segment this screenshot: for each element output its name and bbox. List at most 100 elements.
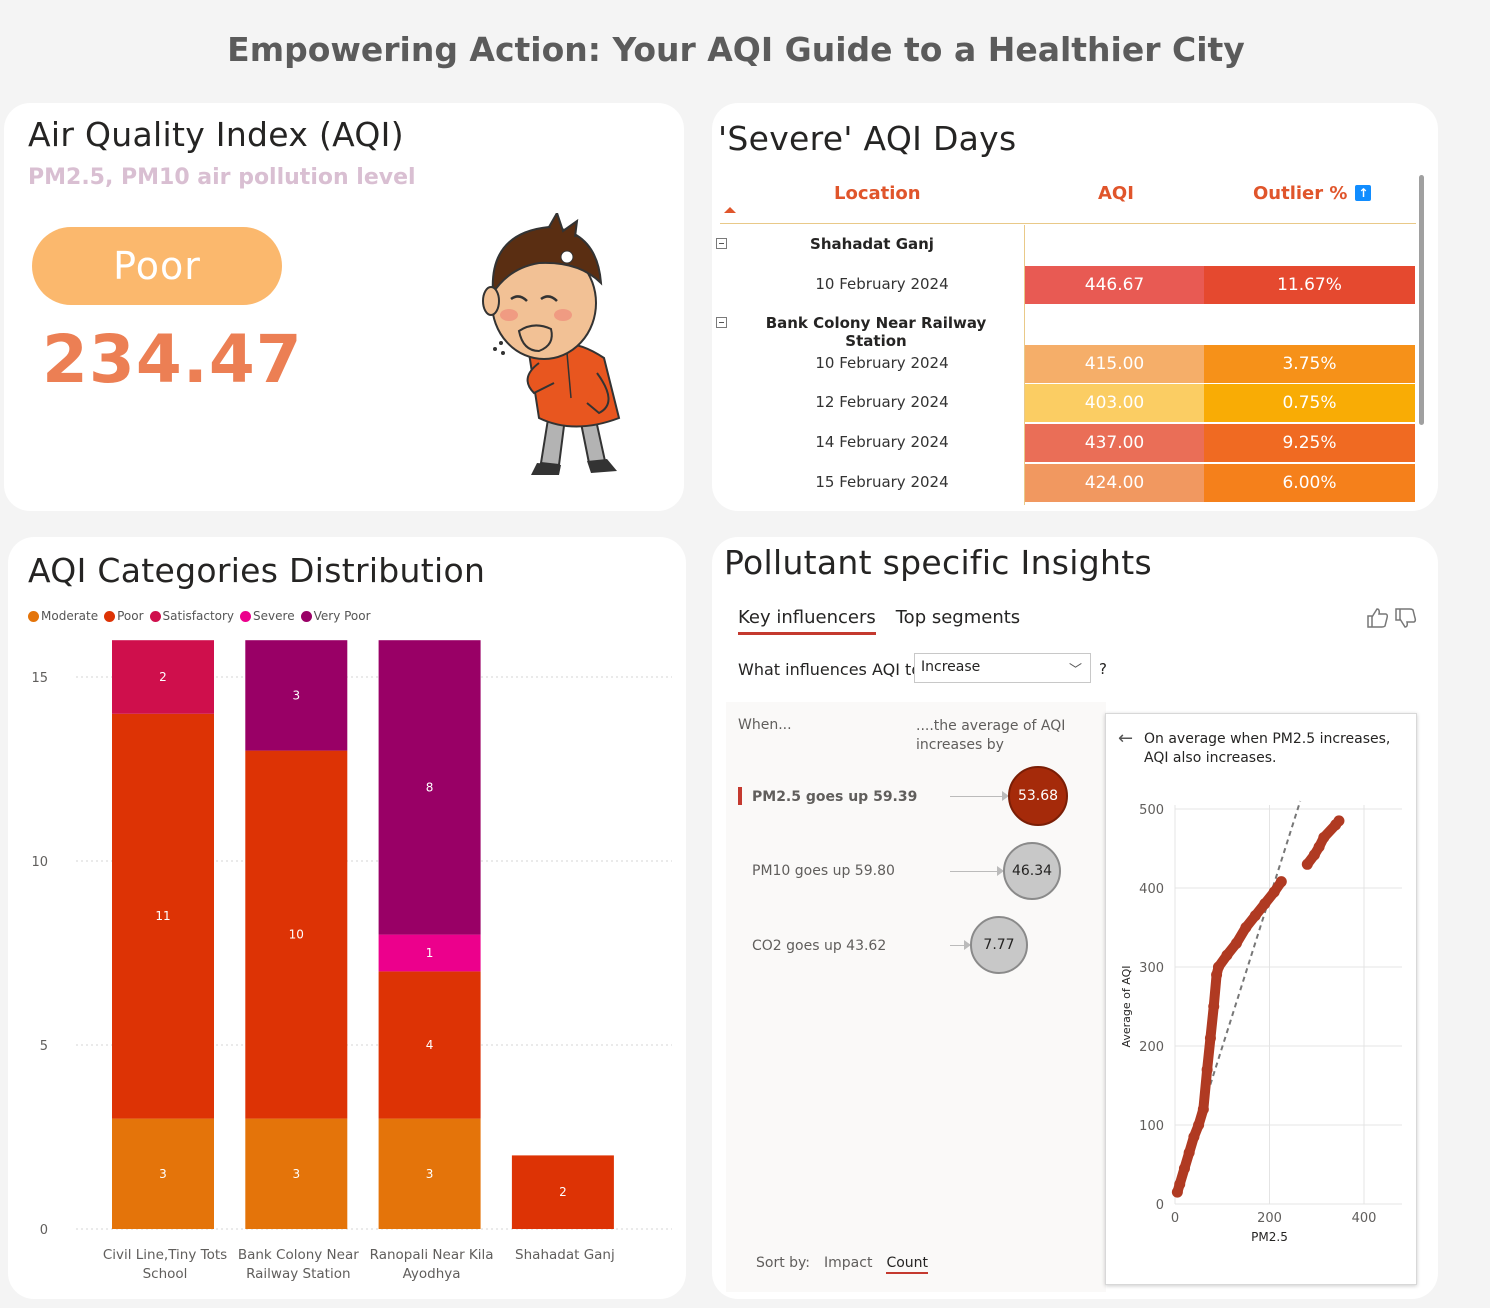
date-cell: 15 February 2024 bbox=[815, 472, 949, 491]
outlier-value-cell: 6.00% bbox=[1204, 463, 1415, 502]
sort-ascending-icon[interactable] bbox=[724, 207, 736, 213]
bar-data-label: 3 bbox=[292, 1167, 300, 1181]
table-scrollbar[interactable] bbox=[1419, 175, 1424, 425]
coughing-boy-illustration bbox=[482, 213, 621, 475]
date-cell: 14 February 2024 bbox=[815, 433, 949, 451]
sort-by-bar: Sort by: Impact Count bbox=[756, 1255, 929, 1274]
y-tick-label: 300 bbox=[1139, 961, 1164, 976]
column-header-outlier-label: Outlier % bbox=[1253, 183, 1348, 204]
thumbs-up-icon[interactable] bbox=[1366, 607, 1390, 629]
scatter-dense-band bbox=[1269, 876, 1287, 897]
aqi-card: Air Quality Index (AQI) PM2.5, PM10 air … bbox=[4, 103, 684, 511]
scatter-dense-band bbox=[1330, 815, 1344, 830]
aqi-category-badge: Poor bbox=[32, 227, 282, 305]
help-icon[interactable]: ? bbox=[1099, 660, 1107, 678]
y-tick-label: 0 bbox=[40, 1223, 48, 1238]
aqi-value-cell: 415.00 bbox=[1025, 344, 1204, 383]
severe-card-title: 'Severe' AQI Days bbox=[718, 119, 1017, 158]
bar-data-label: 2 bbox=[559, 1185, 567, 1199]
impact-bubble[interactable]: 7.77 bbox=[970, 916, 1028, 974]
x-axis-label: PM2.5 bbox=[1251, 1230, 1288, 1244]
connector-arrow bbox=[950, 871, 997, 872]
group-location-label: Shahadat Ganj bbox=[810, 235, 934, 253]
x-category-label: Railway Station bbox=[246, 1266, 350, 1282]
impact-bubble[interactable]: 46.34 bbox=[1003, 842, 1061, 900]
sort-by-label: Sort by: bbox=[756, 1255, 811, 1271]
aqi-value-cell: 446.67 bbox=[1025, 265, 1204, 304]
influencer-label[interactable]: CO2 goes up 43.62 bbox=[752, 938, 886, 954]
scatter-dense-band bbox=[1198, 1064, 1213, 1115]
bar-data-label: 3 bbox=[426, 1167, 434, 1181]
tab-top-segments[interactable]: Top segments bbox=[896, 607, 1020, 635]
x-tick-label: 400 bbox=[1352, 1211, 1377, 1226]
date-cell: 10 February 2024 bbox=[815, 353, 949, 372]
column-header-aqi[interactable]: AQI bbox=[1098, 183, 1134, 204]
influencer-label[interactable]: PM2.5 goes up 59.39 bbox=[752, 789, 917, 805]
x-category-label: School bbox=[143, 1266, 188, 1282]
y-tick-label: 400 bbox=[1139, 882, 1164, 897]
thumbs-down-icon[interactable] bbox=[1394, 607, 1418, 629]
severe-aqi-days-card: 'Severe' AQI Days Location AQI Outlier %… bbox=[712, 103, 1438, 511]
aqi-card-subtitle: PM2.5, PM10 air pollution level bbox=[28, 165, 416, 190]
outlier-value-cell: 3.75% bbox=[1204, 344, 1415, 383]
bar-data-label: 1 bbox=[426, 946, 434, 960]
outlier-value-cell: 11.67% bbox=[1204, 265, 1415, 304]
x-category-label: Shahadat Ganj bbox=[515, 1247, 615, 1263]
bar-data-label: 3 bbox=[292, 688, 300, 702]
bar-data-label: 11 bbox=[155, 909, 170, 923]
header-divider bbox=[720, 223, 1416, 224]
impact-bubble[interactable]: 53.68 bbox=[1008, 766, 1068, 826]
dropdown-value: Increase bbox=[921, 659, 981, 675]
bar-data-label: 3 bbox=[159, 1167, 167, 1181]
x-category-label: Civil Line,Tiny Tots bbox=[103, 1247, 227, 1263]
page-title: Empowering Action: Your AQI Guide to a H… bbox=[227, 30, 1245, 69]
pollutant-insights-card: Pollutant specific Insights Key influenc… bbox=[712, 537, 1438, 1299]
collapse-group-icon[interactable] bbox=[716, 317, 727, 329]
bar-data-label: 10 bbox=[289, 928, 304, 942]
when-label: When... bbox=[738, 717, 792, 733]
y-axis-label: Average of AQI bbox=[1120, 965, 1133, 1047]
date-cell: 12 February 2024 bbox=[815, 393, 949, 412]
date-cell: 10 February 2024 bbox=[815, 274, 949, 293]
aqi-card-title: Air Quality Index (AQI) bbox=[28, 115, 404, 154]
x-category-label: Ranopali Near Kila bbox=[370, 1247, 494, 1263]
bar-data-label: 8 bbox=[426, 780, 434, 794]
y-tick-label: 500 bbox=[1139, 803, 1164, 818]
influence-question: What influences AQI to bbox=[738, 660, 922, 679]
x-tick-label: 0 bbox=[1171, 1211, 1179, 1226]
aqi-distribution-card: AQI Categories Distribution Moderate Poor… bbox=[8, 537, 686, 1299]
y-tick-label: 0 bbox=[1156, 1198, 1164, 1213]
bar-data-label: 2 bbox=[159, 670, 167, 684]
outlier-value-cell: 0.75% bbox=[1204, 384, 1415, 423]
pollutant-card-title: Pollutant specific Insights bbox=[724, 543, 1152, 582]
influencer-label[interactable]: PM10 goes up 59.80 bbox=[752, 863, 895, 879]
average-increase-label: ....the average of AQI increases by bbox=[916, 718, 1066, 753]
up-arrow-info-icon[interactable]: ↑ bbox=[1355, 185, 1372, 201]
y-tick-label: 200 bbox=[1139, 1040, 1164, 1055]
aqi-value-cell: 437.00 bbox=[1025, 424, 1204, 462]
tab-key-influencers[interactable]: Key influencers bbox=[738, 607, 876, 635]
y-tick-label: 15 bbox=[31, 671, 48, 686]
sort-impact[interactable]: Impact bbox=[824, 1255, 872, 1274]
aqi-value-cell: 424.00 bbox=[1025, 463, 1204, 502]
x-category-label: Ayodhya bbox=[403, 1266, 461, 1282]
outlier-value-cell: 9.25% bbox=[1204, 424, 1415, 462]
y-tick-label: 100 bbox=[1139, 1119, 1164, 1134]
aqi-value-cell: 403.00 bbox=[1025, 384, 1204, 423]
sort-count[interactable]: Count bbox=[886, 1255, 929, 1274]
pm25-scatter-chart: 0 100 200 300 400 500 0 200 400 PM2.5 Average of A… bbox=[1120, 800, 1402, 1244]
bar-data-label: 4 bbox=[426, 1038, 434, 1052]
x-category-label: Bank Colony Near bbox=[238, 1247, 359, 1263]
column-header-location[interactable]: Location bbox=[834, 183, 921, 204]
increase-dropdown[interactable]: Increase ﹀ bbox=[914, 653, 1091, 683]
connector-arrow bbox=[950, 945, 964, 946]
aqi-value: 234.47 bbox=[42, 321, 303, 398]
column-header-outlier[interactable]: Outlier % ↑ bbox=[1253, 183, 1372, 204]
influencer-detail-panel: ← On average when PM2.5 increases, AQI a… bbox=[1105, 713, 1417, 1285]
influencer-tabs: Key influencers Top segments bbox=[738, 607, 1020, 635]
y-tick-label: 10 bbox=[31, 855, 48, 870]
group-location-label: Bank Colony Near Railway Station bbox=[765, 314, 987, 351]
x-tick-label: 200 bbox=[1257, 1211, 1282, 1226]
selected-indicator bbox=[738, 787, 742, 805]
stacked-bar-chart: 0 5 10 15 3 11 2 Civil Line,Tiny Tots School 3 10 3… bbox=[31, 640, 672, 1282]
